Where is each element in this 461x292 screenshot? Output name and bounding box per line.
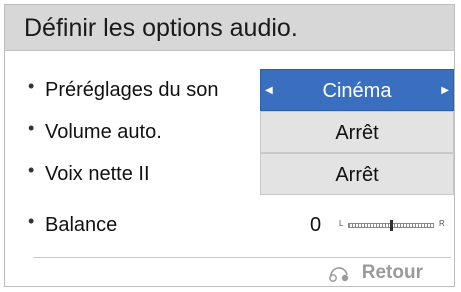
back-label: Retour bbox=[361, 262, 423, 283]
option-label-clear-voice: Voix nette II bbox=[45, 163, 150, 185]
balance-slider[interactable]: L R bbox=[338, 219, 448, 231]
arrow-left-icon[interactable]: ◀ bbox=[265, 70, 273, 112]
return-icon bbox=[329, 267, 349, 282]
option-row-balance[interactable]: • Balance 0 L R bbox=[5, 204, 454, 246]
auto-volume-value-box[interactable]: Arrêt bbox=[260, 111, 454, 153]
sound-preset-value: Cinéma bbox=[322, 80, 392, 102]
footer-divider bbox=[33, 257, 451, 258]
sound-preset-selector[interactable]: ◀ Cinéma ▶ bbox=[260, 69, 454, 111]
audio-options-dialog: Définir les options audio. • Préréglages… bbox=[4, 4, 455, 287]
bullet: • bbox=[28, 76, 35, 96]
balance-value: 0 bbox=[310, 214, 322, 236]
balance-left-label: L bbox=[339, 219, 344, 228]
balance-right-label: R bbox=[439, 219, 445, 228]
balance-slider-knob[interactable] bbox=[389, 220, 393, 231]
auto-volume-value: Arrêt bbox=[335, 122, 379, 144]
bullet: • bbox=[28, 118, 35, 138]
option-label-auto-volume: Volume auto. bbox=[45, 121, 162, 143]
dialog-title: Définir les options audio. bbox=[5, 5, 454, 51]
clear-voice-value-box[interactable]: Arrêt bbox=[260, 153, 454, 195]
option-label-sound-preset: Préréglages du son bbox=[45, 79, 219, 101]
bullet: • bbox=[28, 160, 35, 180]
option-label-balance: Balance bbox=[45, 214, 118, 236]
clear-voice-value: Arrêt bbox=[335, 164, 379, 186]
bullet: • bbox=[28, 211, 35, 231]
back-button[interactable]: Retour bbox=[328, 260, 423, 286]
arrow-right-icon[interactable]: ▶ bbox=[441, 70, 449, 112]
